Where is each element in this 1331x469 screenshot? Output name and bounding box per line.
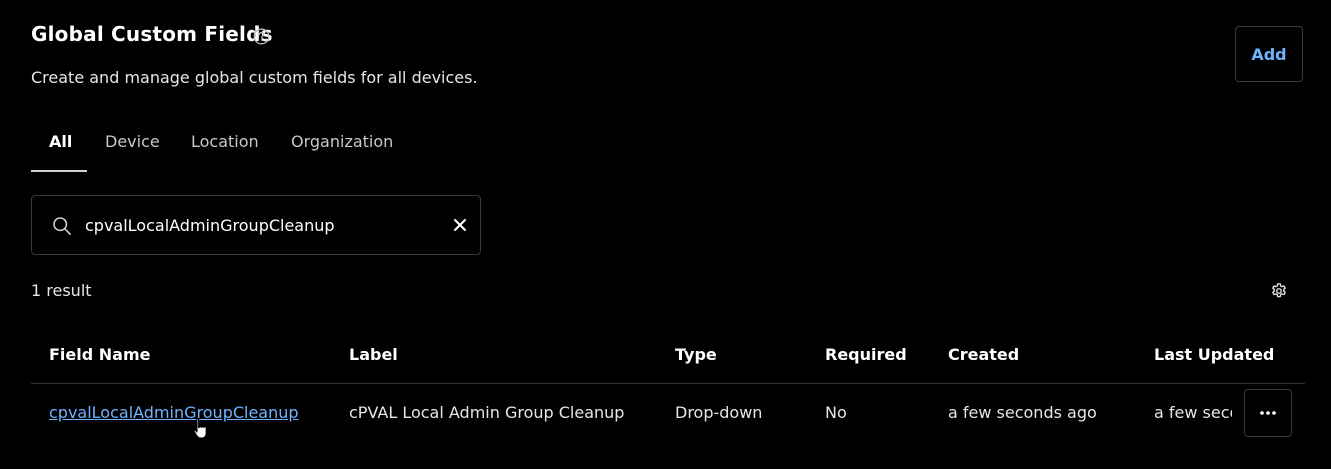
column-header-created[interactable]: Created	[948, 345, 1019, 364]
search-input[interactable]	[85, 210, 425, 240]
tab-all[interactable]: All	[49, 132, 72, 151]
column-header-field-name[interactable]: Field Name	[49, 345, 150, 364]
add-button[interactable]: Add	[1235, 26, 1303, 82]
table-header: Field Name Label Type Required Created L…	[31, 326, 1305, 384]
field-required-cell: No	[825, 403, 847, 422]
column-header-last-updated[interactable]: Last Updated	[1154, 345, 1274, 364]
result-count: 1 result	[31, 281, 92, 300]
field-type-cell: Drop-down	[675, 403, 763, 422]
column-header-type[interactable]: Type	[675, 345, 717, 364]
search-box	[31, 195, 481, 255]
tab-location[interactable]: Location	[191, 132, 259, 151]
ellipsis-icon	[1260, 411, 1276, 415]
field-label-cell: cPVAL Local Admin Group Cleanup	[349, 403, 625, 422]
field-last-updated-cell: a few seconds ago	[1154, 403, 1232, 422]
column-header-label[interactable]: Label	[349, 345, 398, 364]
question-circle-icon[interactable]	[253, 28, 270, 45]
active-tab-indicator	[31, 170, 87, 172]
search-icon	[53, 217, 72, 236]
gear-icon[interactable]	[1270, 282, 1288, 300]
close-icon[interactable]	[452, 217, 468, 233]
tab-organization[interactable]: Organization	[291, 132, 393, 151]
page-title: Global Custom Fields	[31, 22, 273, 46]
field-name-link[interactable]: cpvalLocalAdminGroupCleanup	[49, 403, 299, 422]
tab-device[interactable]: Device	[105, 132, 160, 151]
page-subtitle: Create and manage global custom fields f…	[31, 68, 478, 87]
column-header-required[interactable]: Required	[825, 345, 907, 364]
row-actions-button[interactable]	[1244, 389, 1292, 437]
table-row: cpvalLocalAdminGroupCleanup cPVAL Local …	[31, 384, 1305, 440]
field-created-cell: a few seconds ago	[948, 403, 1097, 422]
